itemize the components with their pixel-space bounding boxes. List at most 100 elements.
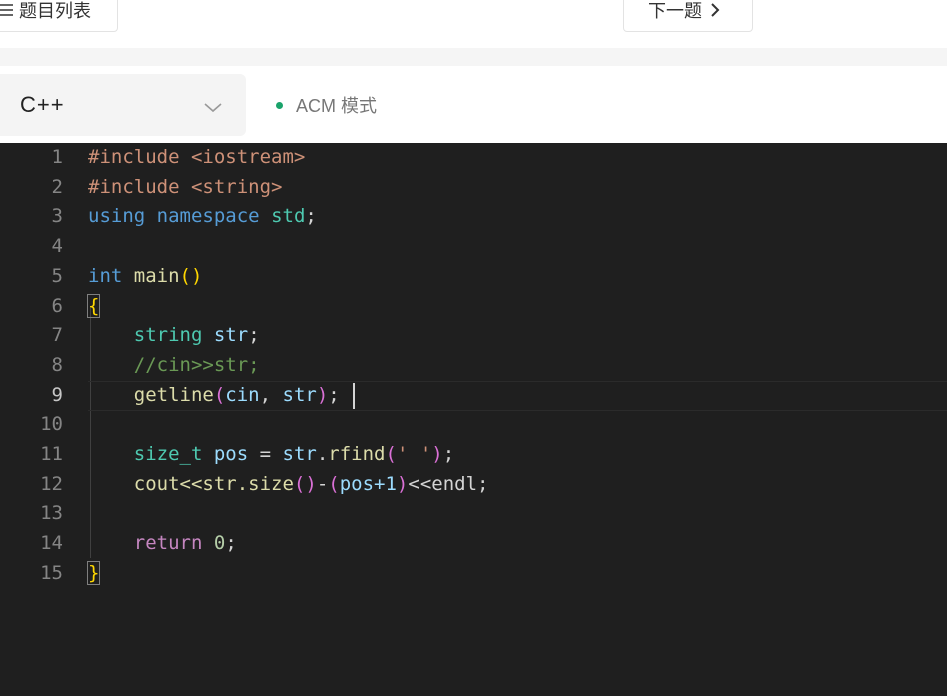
code-text: size_t pos = str.rfind(' '); (88, 443, 454, 465)
code-token: 0 (213, 532, 226, 555)
code-token: str (282, 383, 317, 406)
code-text: cout<<str.size()-(pos+1)<<endl; (88, 472, 489, 495)
code-token: int (88, 264, 123, 287)
line-number: 11 (40, 443, 63, 465)
mode-indicator[interactable]: ACM 模式 (276, 92, 377, 118)
code-token: ; (442, 443, 455, 465)
code-line[interactable]: 2 #include <string> (0, 173, 947, 203)
code-line[interactable]: 14 return 0; (0, 529, 947, 559)
code-token: cout<<str.size (133, 472, 294, 495)
line-number: 9 (51, 383, 63, 406)
editor-toolbar: C++ ACM 模式 (0, 66, 947, 143)
code-line[interactable]: 13 (0, 499, 947, 529)
code-token: ' ' (396, 443, 432, 465)
line-number: 12 (40, 472, 63, 495)
line-number: 3 (51, 205, 63, 228)
code-token: cin (225, 383, 260, 406)
code-text: #include <string> (88, 176, 282, 198)
line-number: 8 (51, 353, 63, 376)
code-text: } (86, 560, 101, 585)
section-divider (0, 48, 947, 66)
language-select[interactable]: C++ (0, 74, 246, 136)
code-token: <<endl; (408, 472, 489, 495)
code-token: str (213, 324, 249, 347)
code-token: pos+1 (339, 472, 397, 495)
menu-icon (0, 3, 13, 17)
problem-list-button[interactable]: 题目列表 (0, 0, 118, 32)
line-number: 1 (51, 146, 63, 168)
code-line[interactable]: 7 string str; (0, 321, 947, 351)
code-line[interactable]: 4 (0, 232, 947, 262)
code-token: string (133, 324, 203, 347)
code-text: //cin>>str; (88, 354, 260, 376)
code-text: #include <iostream> (88, 146, 305, 168)
code-line[interactable]: 10 (0, 410, 947, 440)
next-problem-label: 下一题 (648, 1, 702, 21)
code-text: using namespace std; (88, 205, 317, 227)
code-line[interactable]: 11 size_t pos = str.rfind(' '); (0, 440, 947, 470)
code-token: #include <iostream> (88, 146, 306, 168)
code-line[interactable]: 12 cout<<str.size()-(pos+1)<<endl; (0, 470, 947, 500)
line-number: 14 (40, 532, 63, 555)
code-token: str (282, 443, 317, 465)
code-token: return (133, 532, 203, 555)
code-line[interactable]: 6{ (0, 292, 947, 322)
code-token: ) (431, 443, 443, 465)
code-text: string str; (88, 324, 260, 346)
line-number: 7 (51, 324, 63, 347)
code-token: { (86, 293, 101, 318)
line-number: 5 (51, 264, 63, 287)
line-number: 15 (40, 561, 63, 584)
line-number: 2 (51, 175, 63, 198)
code-token: #include <string> (88, 175, 283, 198)
code-token: ; (225, 532, 237, 555)
code-line[interactable]: 5 int main() (0, 262, 947, 292)
code-token: ) (396, 472, 409, 495)
next-problem-button[interactable]: 下一题 (623, 0, 753, 32)
code-text: int main() (88, 265, 202, 287)
code-token: ( (328, 472, 340, 495)
code-line[interactable]: 15} (0, 559, 947, 589)
code-token: () (293, 472, 317, 495)
code-token: } (86, 560, 101, 585)
code-token: std (271, 205, 306, 228)
info-icon (0, 98, 4, 119)
code-token: rfind (328, 443, 386, 465)
status-dot-icon (276, 101, 283, 109)
code-token: ( (213, 383, 226, 406)
code-token: ; (305, 205, 317, 228)
mode-label: ACM 模式 (296, 96, 377, 116)
code-line[interactable]: 1 #include <iostream> (0, 143, 947, 173)
code-token: size_t (133, 443, 203, 465)
code-text: getline(cin, str); (88, 384, 340, 406)
code-token: ; (248, 324, 260, 347)
code-line[interactable]: 8 //cin>>str; (0, 351, 947, 381)
code-token: namespace (156, 205, 260, 228)
code-token: ) (316, 383, 329, 406)
code-token: = (248, 443, 283, 465)
code-text: { (86, 293, 101, 318)
code-token: getline (133, 383, 214, 406)
code-token: main (133, 264, 180, 287)
code-token: using (88, 205, 146, 228)
code-token: () (179, 264, 203, 287)
code-line[interactable]: 9 getline(cin, str); (0, 380, 947, 411)
code-editor[interactable]: 1 #include <iostream> 2 #include <string> 3 u… (0, 143, 947, 696)
code-token: ( (385, 443, 397, 465)
line-number: 6 (51, 294, 63, 317)
line-number: 4 (51, 235, 63, 258)
code-token: . (316, 443, 329, 465)
code-line[interactable]: 3 using namespace std; (0, 202, 947, 232)
problem-nav-bar: 题目列表 下一题 (0, 0, 947, 48)
